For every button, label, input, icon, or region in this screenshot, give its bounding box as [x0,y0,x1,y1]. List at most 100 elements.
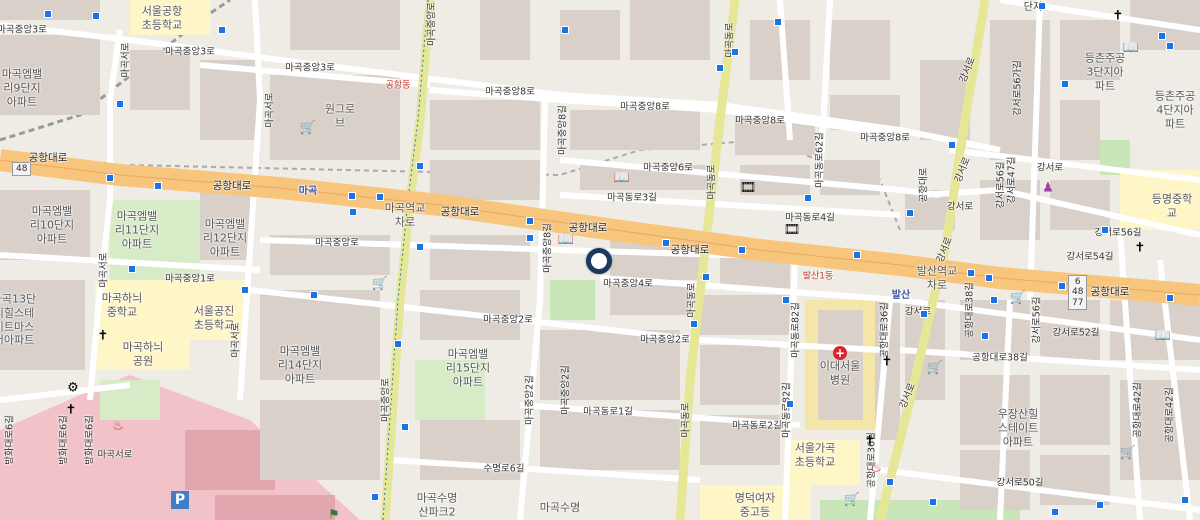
bus-stop[interactable] [731,48,739,56]
wheel-icon[interactable]: ⚙ [67,382,79,395]
label-road: 공항대로 [918,167,930,203]
bus-stop[interactable] [967,269,975,277]
label-seoul-gongjin-elem: 서울공진 초등학교 [193,304,235,331]
bus-stop[interactable] [348,192,356,200]
flag-icon[interactable]: ⚑ [328,509,340,520]
parking-icon[interactable]: P [171,491,189,509]
bus-stop[interactable] [920,310,928,318]
bus-stop[interactable] [1101,226,1109,234]
film-icon[interactable]: 🎞 [784,224,801,237]
bus-stop[interactable] [804,194,812,202]
label-road: 마곡중앙8길 [557,105,569,155]
bus-stop[interactable] [782,296,790,304]
bus-stop[interactable] [401,423,409,431]
label-magok-sumyeong: 마곡수명 [539,501,581,515]
bus-stop[interactable] [1096,501,1104,509]
shopping-cart-icon[interactable]: 🛒 [844,494,860,507]
bus-stop[interactable] [44,10,52,18]
film-icon[interactable]: 🎞 [740,182,757,195]
bus-stop[interactable] [1166,42,1174,50]
bus-stop[interactable] [774,18,782,26]
bus-stop[interactable] [929,498,937,506]
bus-stop[interactable] [716,64,724,72]
bus-stop[interactable] [786,400,794,408]
bus-stop[interactable] [662,239,670,247]
bus-stop[interactable] [394,340,402,348]
shopping-cart-icon[interactable]: 🛒 [1120,447,1136,460]
current-location-marker[interactable] [586,248,612,274]
label-road: 마곡중앙3로 [165,46,215,58]
bus-stop[interactable] [690,320,698,328]
bus-stop[interactable] [92,12,100,20]
bus-stop[interactable] [853,251,861,259]
fire-station-icon[interactable]: ♨ [870,462,882,475]
bus-stop[interactable] [1061,80,1069,88]
label-deungchon-4: 등촌주공 4단지아 파트 [1154,89,1196,130]
church-cross-icon[interactable]: ✝ [66,404,77,417]
label-deungmyeong-middle: 등명중학 교 [1151,192,1193,219]
label-road: 공항대로42길 [1164,387,1176,443]
bus-stop[interactable] [154,182,162,190]
bus-stop[interactable] [416,243,424,251]
label-balsan-station: 발산 [891,290,911,301]
label-road: 마곡중앙8길 [542,223,554,273]
church-cross-icon[interactable]: ✝ [1135,242,1146,255]
bus-stop[interactable] [1166,294,1174,302]
bus-stop[interactable] [1181,496,1189,504]
book-icon[interactable]: 📖 [1155,330,1171,343]
book-icon[interactable]: 📖 [558,234,574,247]
bus-stop[interactable] [106,174,114,182]
bus-stop[interactable] [886,478,894,486]
church-cross-icon[interactable]: ✝ [98,330,109,343]
bus-stop[interactable] [526,234,534,242]
label-road: 마곡중앙2길 [560,365,572,415]
fire-station-icon[interactable]: ♨ [112,420,124,433]
label-road: 마곡동로2길 [732,420,782,432]
bus-stop[interactable] [1158,32,1166,40]
label-deungchon-3: 등촌주공 3단지아 파트 [1084,51,1126,92]
church-cross-icon[interactable]: ✝ [882,356,893,369]
bus-stop[interactable] [116,100,124,108]
shopping-cart-icon[interactable]: 🛒 [300,122,316,135]
label-road: 강서로56길 [1031,296,1043,344]
church-cross-icon[interactable]: ✝ [865,435,876,448]
hospital-icon[interactable]: + [833,346,847,360]
bus-stop[interactable] [416,162,424,170]
label-road: 마곡중앙8로 [485,86,535,98]
label-road: 마곡중앙8로 [620,101,670,113]
bus-stop[interactable] [128,265,136,273]
label-magok-emvalley-12: 마곡엠밸 리12단지 아파트 [202,217,248,258]
label-road: 공항대로38길 [964,282,976,338]
bus-stop[interactable] [985,274,993,282]
label-magok-emvalley-9: 마곡엠밸 리9단지 아파트 [1,67,43,108]
label-road: 마곡동로82길 [790,302,802,358]
book-icon[interactable]: 📖 [614,172,630,185]
bus-stop[interactable] [371,493,379,501]
shopping-cart-icon[interactable]: 🛒 [927,362,943,375]
bus-stop[interactable] [702,273,710,281]
bus-stop[interactable] [906,209,914,217]
bus-stop[interactable] [738,246,746,254]
label-road: 공항대로42길 [1132,382,1144,438]
bus-stop[interactable] [1051,508,1059,516]
bus-stop[interactable] [376,193,384,201]
shopping-cart-icon[interactable]: 🛒 [1010,292,1026,305]
bus-stop[interactable] [218,26,226,34]
bus-stop[interactable] [349,208,357,216]
book-icon[interactable]: 📖 [1123,42,1139,55]
label-road: 강서로56가길 [1012,60,1024,116]
map-view[interactable]: 48 6 48 77 서울공항 초등학교 마곡엠밸 리9단지 아파트 마곡엠밸 … [0,0,1200,520]
shopping-cart-icon[interactable]: 🛒 [372,278,388,291]
bus-stop[interactable] [990,296,998,304]
bus-stop[interactable] [981,332,989,340]
bus-stop[interactable] [241,286,249,294]
church-cross-icon[interactable]: ✝ [1113,10,1124,23]
bus-stop[interactable] [948,141,956,149]
label-road: 강서로 [946,201,974,213]
bus-stop[interactable] [526,217,534,225]
bus-stop[interactable] [1058,282,1066,290]
bus-stop[interactable] [310,291,318,299]
dental-icon[interactable]: ♟ [1042,182,1054,195]
bus-stop[interactable] [1038,2,1046,10]
bus-stop[interactable] [561,26,569,34]
